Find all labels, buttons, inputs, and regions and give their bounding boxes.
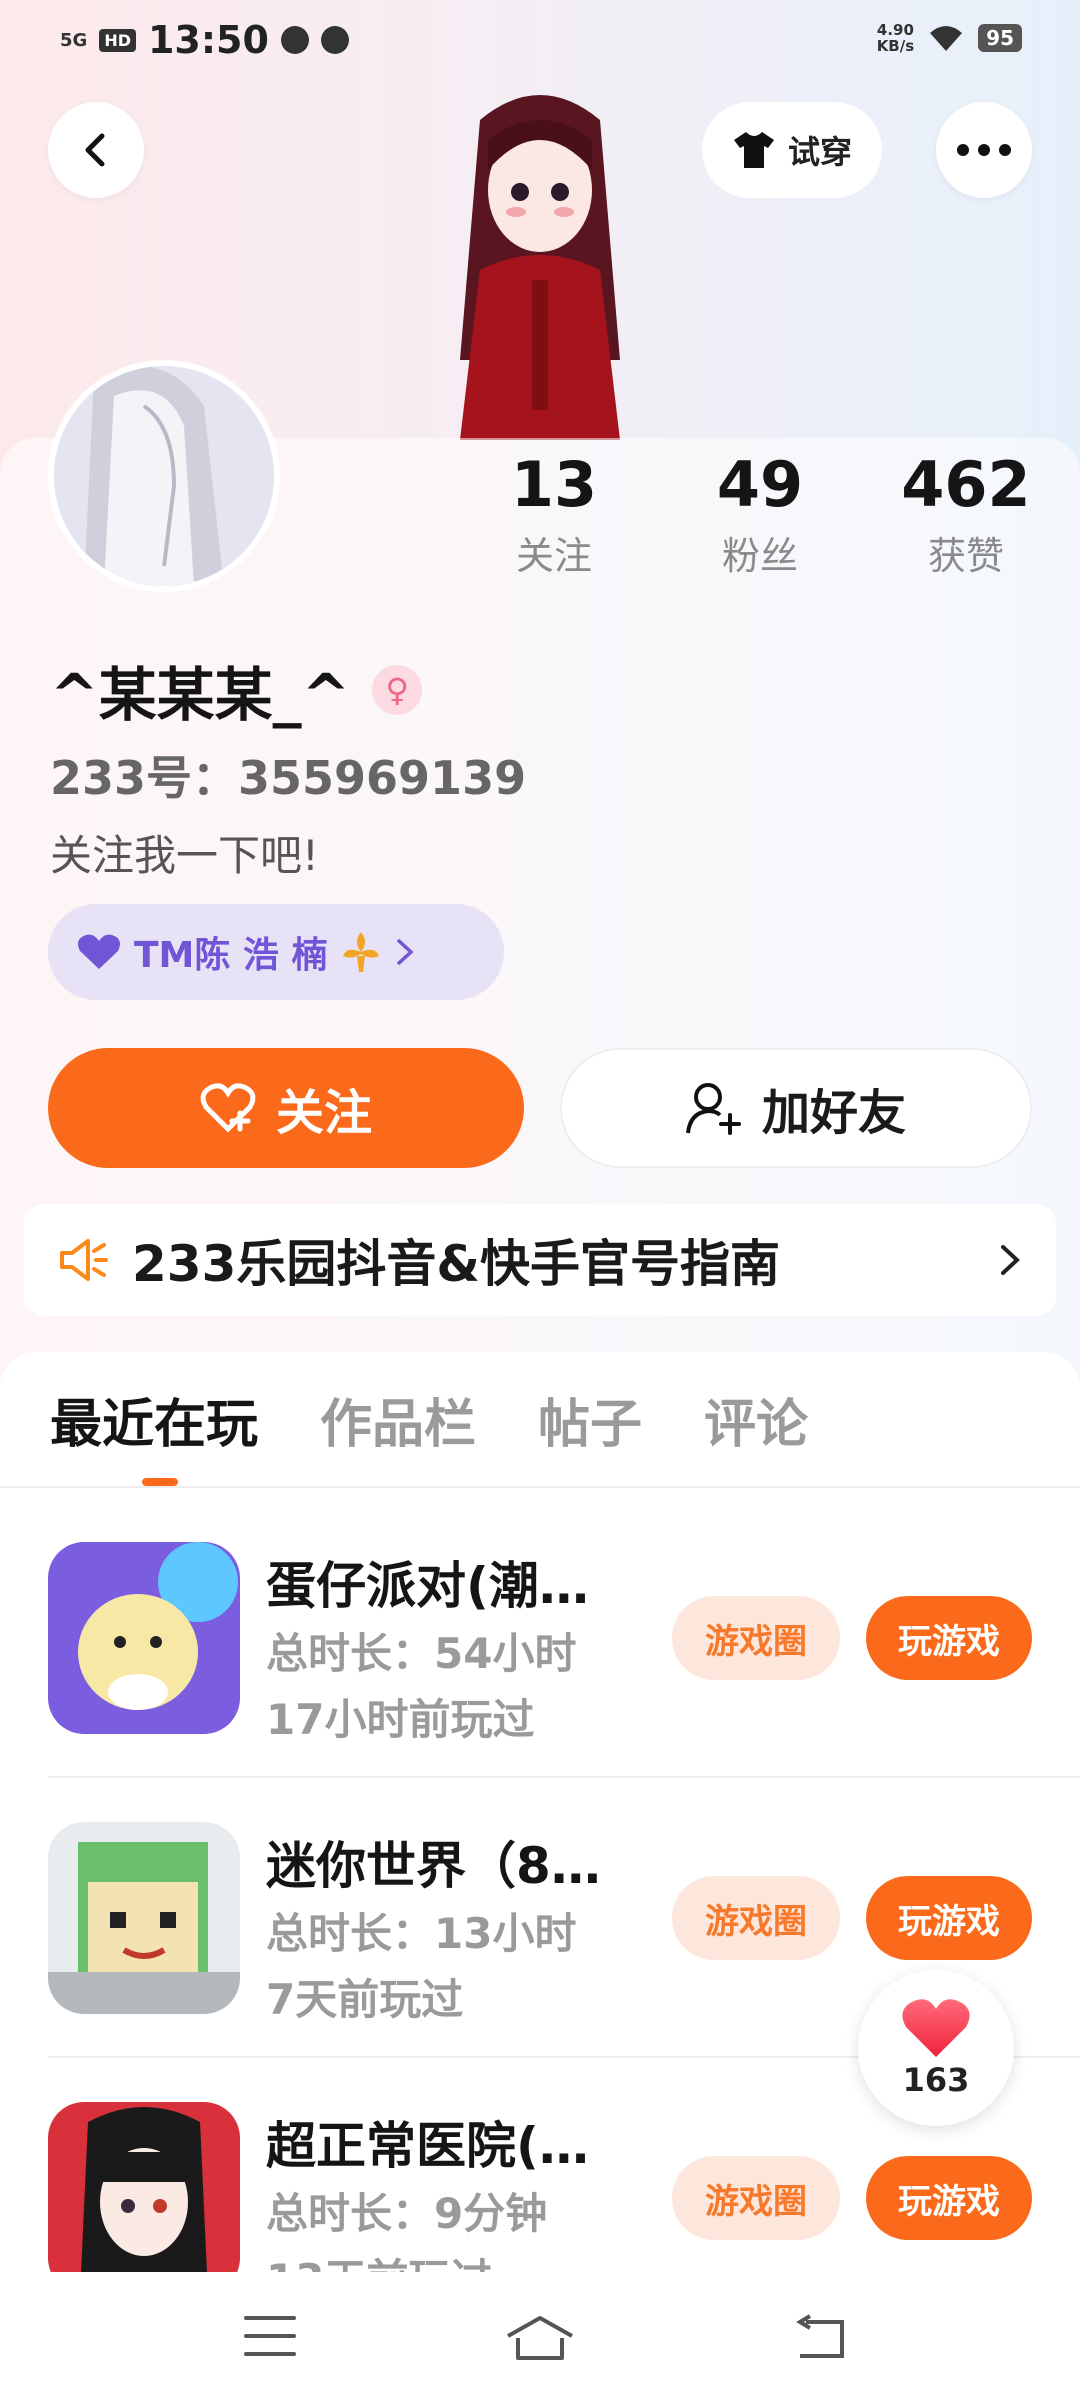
stat-following[interactable]: 13 关注 xyxy=(474,448,634,580)
play-game-button[interactable]: 玩游戏 xyxy=(866,2156,1032,2240)
home-icon[interactable] xyxy=(504,2314,576,2362)
game-icon xyxy=(48,1542,240,1734)
game-circle-button[interactable]: 游戏圈 xyxy=(672,2156,840,2240)
back-button[interactable] xyxy=(48,102,144,198)
wifi-icon xyxy=(930,26,963,51)
add-friend-label: 加好友 xyxy=(761,1085,906,1141)
avatar[interactable] xyxy=(48,360,280,592)
stat-fans-count: 49 xyxy=(716,448,804,521)
fleur-de-lis-icon xyxy=(343,932,380,972)
battery-indicator: 95 xyxy=(978,24,1022,52)
like-floating-button[interactable]: 163 xyxy=(858,1970,1014,2126)
system-nav-bar xyxy=(0,2276,1080,2400)
signal-indicator: 5G xyxy=(60,29,88,51)
notice-banner[interactable]: 233乐园抖音&快手官号指南 xyxy=(24,1204,1056,1316)
female-icon: ♀ xyxy=(372,665,423,715)
menu-icon[interactable] xyxy=(244,2314,296,2358)
notice-text: 233乐园抖音&快手官号指南 xyxy=(132,1235,780,1293)
network-speed-unit: KB/s xyxy=(876,37,915,55)
follow-button[interactable]: 关注 xyxy=(48,1048,524,1168)
game-last-played: 17小时前玩过 xyxy=(266,1695,535,1744)
tab-comments[interactable]: 评论 xyxy=(704,1382,808,1457)
game-circle-button[interactable]: 游戏圈 xyxy=(672,1876,840,1960)
tabs-divider xyxy=(0,1486,1080,1488)
nickname: ^某某某_^ xyxy=(50,661,351,729)
game-title: 迷你世界（8… xyxy=(266,1837,601,1895)
back-nav-icon[interactable] xyxy=(796,2314,848,2360)
game-duration: 总时长：54小时 xyxy=(266,1629,577,1678)
tab-active-indicator xyxy=(142,1478,178,1486)
network-speed: 4.90 KB/s xyxy=(877,22,914,54)
heart-plus-icon xyxy=(200,1083,256,1133)
heart-badge-icon xyxy=(78,934,120,969)
more-dots-icon xyxy=(957,144,1011,156)
back-arrow-icon xyxy=(85,133,105,167)
fan-tag-label: TM陈 浩 楠 xyxy=(134,935,328,976)
network-speed-value: 4.90 xyxy=(876,21,914,39)
tab-works[interactable]: 作品栏 xyxy=(320,1382,476,1457)
chevron-right-icon xyxy=(1001,1245,1020,1275)
avatar-3d-figure xyxy=(460,95,620,440)
user-id: 233号：355969139 xyxy=(50,751,527,805)
status-bar: 5G HD 13:50 4.90 KB/s 95 xyxy=(0,0,1080,84)
game-title: 蛋仔派对(潮… xyxy=(266,1557,589,1615)
game-last-played: 13天前玩过 xyxy=(266,2246,492,2272)
chevron-right-icon xyxy=(397,939,415,965)
message-notification-icon xyxy=(320,26,349,54)
stat-fans-label: 粉丝 xyxy=(721,534,798,578)
list-divider xyxy=(48,1776,1080,1778)
list-item[interactable]: 超正常医院(… 总时长：9分钟 13天前玩过 游戏圈 玩游戏 xyxy=(0,2102,1080,2272)
hd-badge: HD xyxy=(99,28,136,52)
heart-icon xyxy=(902,1999,970,2057)
like-count: 163 xyxy=(902,2061,970,2099)
add-user-icon xyxy=(685,1083,741,1135)
play-game-button[interactable]: 玩游戏 xyxy=(866,1596,1032,1680)
add-friend-button[interactable]: 加好友 xyxy=(560,1048,1032,1168)
shirt-icon xyxy=(734,132,774,168)
avatar-image xyxy=(54,366,274,586)
game-icon xyxy=(48,1822,240,2014)
follow-label: 关注 xyxy=(275,1085,372,1141)
bio: 关注我一下吧! xyxy=(50,831,319,880)
profile-nickname-row: ^某某某_^ ♀ xyxy=(50,648,423,732)
megaphone-icon xyxy=(60,1239,108,1281)
game-title: 超正常医院(… xyxy=(266,2117,589,2175)
game-duration: 总时长：9分钟 xyxy=(266,2189,548,2238)
game-duration: 总时长：13小时 xyxy=(266,1909,577,1958)
stat-likes-label: 获赞 xyxy=(927,534,1004,578)
game-last-played: 7天前玩过 xyxy=(266,1975,464,2024)
tab-posts[interactable]: 帖子 xyxy=(538,1382,642,1457)
more-button[interactable] xyxy=(936,102,1032,198)
stat-fans[interactable]: 49 粉丝 xyxy=(680,448,840,580)
stat-following-label: 关注 xyxy=(515,534,592,578)
stat-following-count: 13 xyxy=(510,448,598,521)
play-game-button[interactable]: 玩游戏 xyxy=(866,1876,1032,1960)
game-circle-button[interactable]: 游戏圈 xyxy=(672,1596,840,1680)
stat-likes-count: 462 xyxy=(901,448,1031,521)
list-item[interactable]: 蛋仔派对(潮… 总时长：54小时 17小时前玩过 游戏圈 玩游戏 xyxy=(0,1542,1080,1822)
profile-tabs: 最近在玩 作品栏 帖子 评论 xyxy=(50,1382,808,1457)
game-icon xyxy=(48,2102,240,2272)
try-on-button[interactable]: 试穿 xyxy=(702,102,883,198)
try-on-label: 试穿 xyxy=(788,133,853,171)
tab-recently-played[interactable]: 最近在玩 xyxy=(50,1382,258,1457)
stat-likes[interactable]: 462 获赞 xyxy=(886,448,1046,580)
fan-tag[interactable]: TM陈 浩 楠 xyxy=(48,904,504,1000)
status-time: 13:50 xyxy=(147,18,269,62)
play-notification-icon xyxy=(280,26,309,54)
